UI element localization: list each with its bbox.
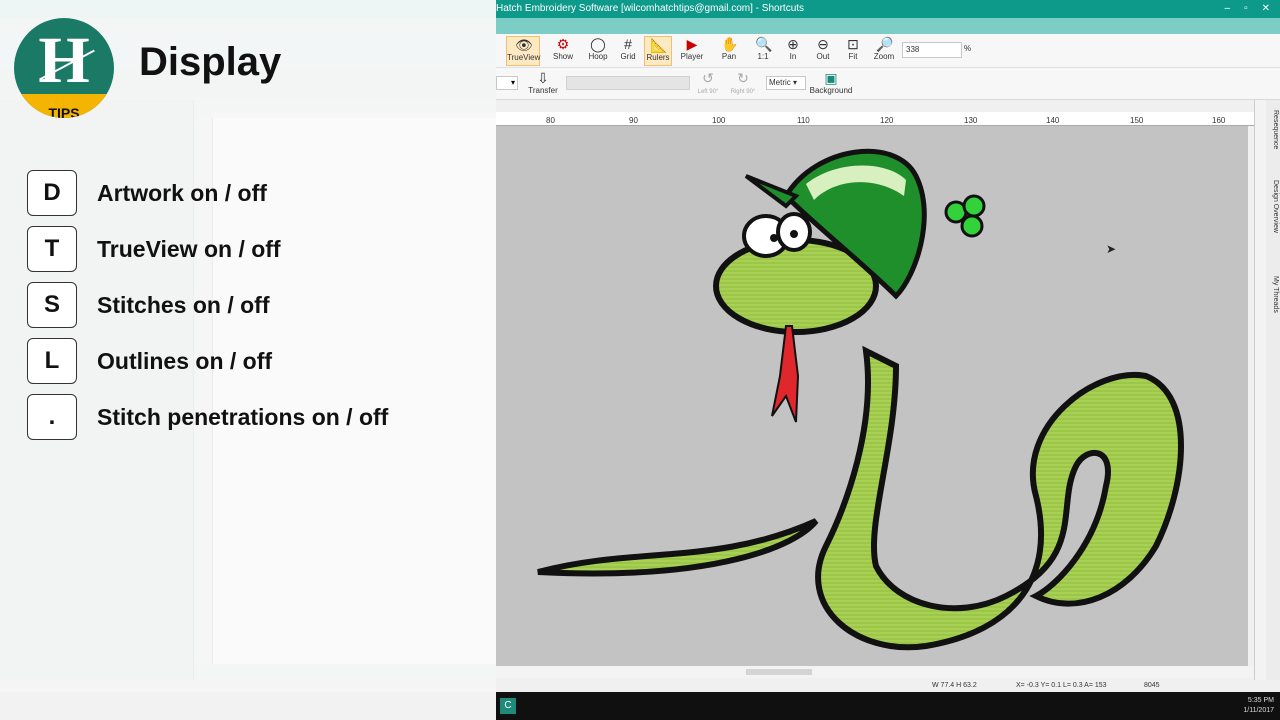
vertical-scrollbar[interactable]: [1254, 100, 1266, 680]
docker-tabs: Resequence Design Overview My Threads: [1266, 100, 1280, 680]
trueview-button[interactable]: 👁 TrueView: [506, 36, 540, 66]
ruler-tick: 140: [1046, 116, 1060, 125]
units-dropdown[interactable]: Metric ▾: [766, 76, 806, 90]
zoom-icon: 🔎: [876, 36, 894, 52]
hoop-button[interactable]: ◯ Hoop: [584, 36, 612, 66]
status-stitch-count: 8045: [1144, 682, 1160, 689]
rotate-right-icon: ↻: [737, 70, 749, 86]
key-cap: L: [27, 338, 77, 384]
transfer-button[interactable]: ⇩ Transfer: [526, 70, 560, 100]
player-icon: ▶: [686, 36, 698, 52]
zoom-in-button[interactable]: ⊕ In: [782, 36, 804, 66]
zoom-level-input[interactable]: 338: [902, 42, 962, 58]
zoom-fit-button[interactable]: ⊡ Fit: [842, 36, 864, 66]
ruler-tick: 80: [546, 116, 555, 125]
ruler-tick: 90: [629, 116, 638, 125]
snake-embroidery-design: [537, 148, 1184, 651]
tab-resequence[interactable]: Resequence: [1267, 110, 1279, 149]
ribbon-tabs-bar: [496, 18, 1280, 34]
rulers-icon: 📐: [650, 37, 668, 53]
window-title: Hatch Embroidery Software [wilcomhatchti…: [496, 3, 805, 14]
key-cap: .: [27, 394, 77, 440]
horizontal-ruler: 80 90 100 110 120 130 140 150 160: [496, 112, 1254, 126]
hatch-tips-logo: H TIPS: [14, 18, 114, 118]
secondary-toolbar: ▾ ⇩ Transfer ↺ Left 90° ↻ Right 90° Metr…: [496, 68, 1280, 100]
disabled-field: [566, 76, 690, 90]
pan-button[interactable]: ✋ Pan: [718, 36, 740, 66]
horizontal-scrollbar[interactable]: [496, 666, 1254, 678]
zoom-unit: %: [964, 44, 972, 53]
ruler-tick: 150: [1130, 116, 1144, 125]
shortcut-label: Outlines on / off: [97, 348, 273, 374]
shortcut-label: Stitches on / off: [97, 292, 270, 318]
faded-statusbar: [0, 680, 496, 692]
faded-titlebar: [0, 0, 496, 18]
zoom-fit-icon: ⊡: [847, 36, 859, 52]
pan-icon: ✋: [721, 36, 739, 52]
rotate-right-button[interactable]: ↻ Right 90°: [728, 70, 758, 100]
view-toolbar: 👁 TrueView ⚙ Show ◯ Hoop # Grid 📐 Rulers…: [496, 34, 1280, 68]
rulers-button[interactable]: 📐 Rulers: [644, 36, 672, 66]
faded-taskbar: [0, 692, 496, 720]
key-cap: S: [27, 282, 77, 328]
rotate-left-button[interactable]: ↺ Left 90°: [694, 70, 722, 100]
zoom-button[interactable]: 🔎 Zoom: [872, 36, 896, 66]
hatch-taskbar-icon[interactable]: C: [500, 698, 516, 714]
maximize-button[interactable]: ▫: [1244, 0, 1248, 18]
status-coordinates: X= -0.3 Y= 0.1 L= 0.3 A= 153: [1016, 682, 1107, 689]
shortcut-label: Stitch penetrations on / off: [97, 404, 389, 430]
ruler-tick: 130: [964, 116, 978, 125]
ruler-tick: 110: [797, 116, 810, 125]
show-icon: ⚙: [556, 36, 570, 52]
status-dimensions: W 77.4 H 63.2: [932, 682, 977, 689]
background-button[interactable]: ▣ Background: [808, 70, 854, 100]
mouse-cursor-icon: ➤: [1106, 242, 1117, 256]
window-controls: – ▫ ✕: [1225, 0, 1271, 18]
dropdown-small[interactable]: ▾: [496, 76, 518, 90]
zoom-1-1-icon: 🔍: [755, 36, 773, 52]
window-titlebar: Hatch Embroidery Software [wilcomhatchti…: [496, 0, 1280, 18]
grid-button[interactable]: # Grid: [616, 36, 640, 66]
zoom-out-icon: ⊖: [817, 36, 829, 52]
background-icon: ▣: [824, 70, 838, 86]
grid-icon: #: [624, 36, 632, 52]
rotate-left-icon: ↺: [702, 70, 714, 86]
design-canvas[interactable]: [496, 126, 1248, 666]
page-title: Display: [139, 40, 282, 84]
ruler-tick: 100: [712, 116, 726, 125]
shortcut-label: TrueView on / off: [97, 236, 281, 262]
player-button[interactable]: ▶ Player: [678, 36, 706, 66]
shortcut-label: Artwork on / off: [97, 180, 267, 206]
ruler-tick: 120: [880, 116, 894, 125]
logo-tips-text: TIPS: [48, 105, 80, 118]
close-button[interactable]: ✕: [1262, 0, 1270, 18]
zoom-1-1-button[interactable]: 🔍 1:1: [752, 36, 774, 66]
hoop-icon: ◯: [590, 36, 606, 52]
zoom-in-icon: ⊕: [787, 36, 799, 52]
taskbar: C 5:35 PM 1/11/2017: [496, 692, 1280, 720]
tab-design-overview[interactable]: Design Overview: [1267, 180, 1279, 233]
scroll-thumb[interactable]: [746, 669, 812, 675]
key-cap: D: [27, 170, 77, 216]
show-button[interactable]: ⚙ Show: [548, 36, 578, 66]
hatch-app-window: Hatch Embroidery Software [wilcomhatchti…: [496, 0, 1280, 720]
minimize-button[interactable]: –: [1225, 0, 1231, 18]
screen: H TIPS Display D Artwork on / off T True…: [0, 0, 1280, 720]
system-clock: 5:35 PM 1/11/2017: [1243, 697, 1274, 714]
logo-letter: H: [38, 24, 90, 97]
status-bar: W 77.4 H 63.2 X= -0.3 Y= 0.1 L= 0.3 A= 1…: [496, 680, 1280, 692]
trueview-icon: 👁: [515, 37, 533, 53]
key-cap: T: [27, 226, 77, 272]
tab-my-threads[interactable]: My Threads: [1267, 276, 1279, 313]
ruler-tick: 160: [1212, 116, 1226, 125]
transfer-icon: ⇩: [537, 70, 549, 86]
zoom-out-button[interactable]: ⊖ Out: [812, 36, 834, 66]
